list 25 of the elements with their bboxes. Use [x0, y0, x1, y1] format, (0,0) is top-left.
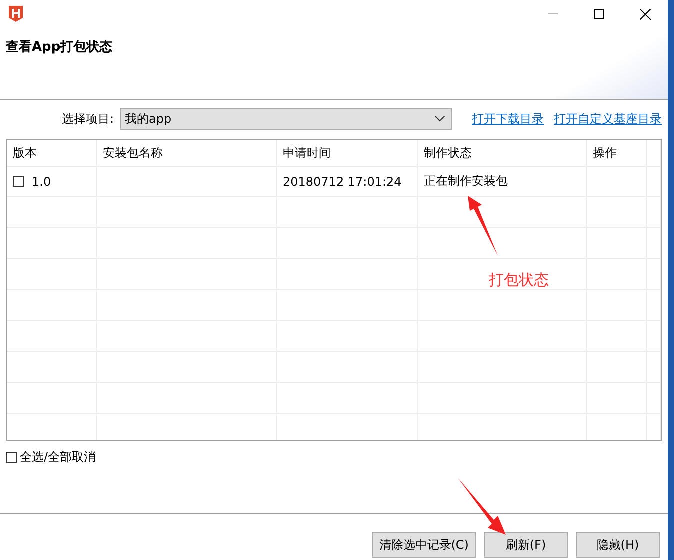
- folder-link[interactable]: 打开下载目录: [472, 110, 544, 128]
- folder-link[interactable]: 打开自定义基座目录: [554, 110, 662, 128]
- project-label: 选择项目:: [60, 110, 115, 128]
- column-header[interactable]: 版本: [7, 140, 97, 166]
- column-header[interactable]: 安装包名称: [97, 140, 277, 166]
- chevron-down-icon: [435, 116, 445, 122]
- column-header[interactable]: 操作: [587, 140, 647, 166]
- column-header[interactable]: 申请时间: [277, 140, 418, 166]
- maximize-icon: [594, 9, 604, 19]
- annotation-arrow: [458, 478, 508, 536]
- annotation-text: 打包状态: [489, 271, 549, 290]
- app-logo-icon: [8, 6, 24, 22]
- project-select[interactable]: 我的app: [120, 108, 452, 130]
- row-checkbox[interactable]: [13, 176, 24, 187]
- dialog-button[interactable]: 清除选中记录(C): [372, 532, 476, 558]
- close-icon: [640, 8, 650, 20]
- table-cell: 正在制作安装包: [424, 173, 508, 190]
- dialog-button[interactable]: 刷新(F): [484, 532, 568, 558]
- table-cell: 20180712 17:01:24: [283, 174, 402, 188]
- select-all-label: 全选/全部取消: [20, 449, 96, 466]
- column-header[interactable]: 制作状态: [418, 140, 587, 166]
- select-all-checkbox[interactable]: [6, 452, 17, 463]
- table-cell: 1.0: [32, 174, 52, 188]
- dialog-title: 查看App打包状态: [6, 39, 114, 56]
- dialog-button[interactable]: 隐藏(H): [576, 532, 660, 558]
